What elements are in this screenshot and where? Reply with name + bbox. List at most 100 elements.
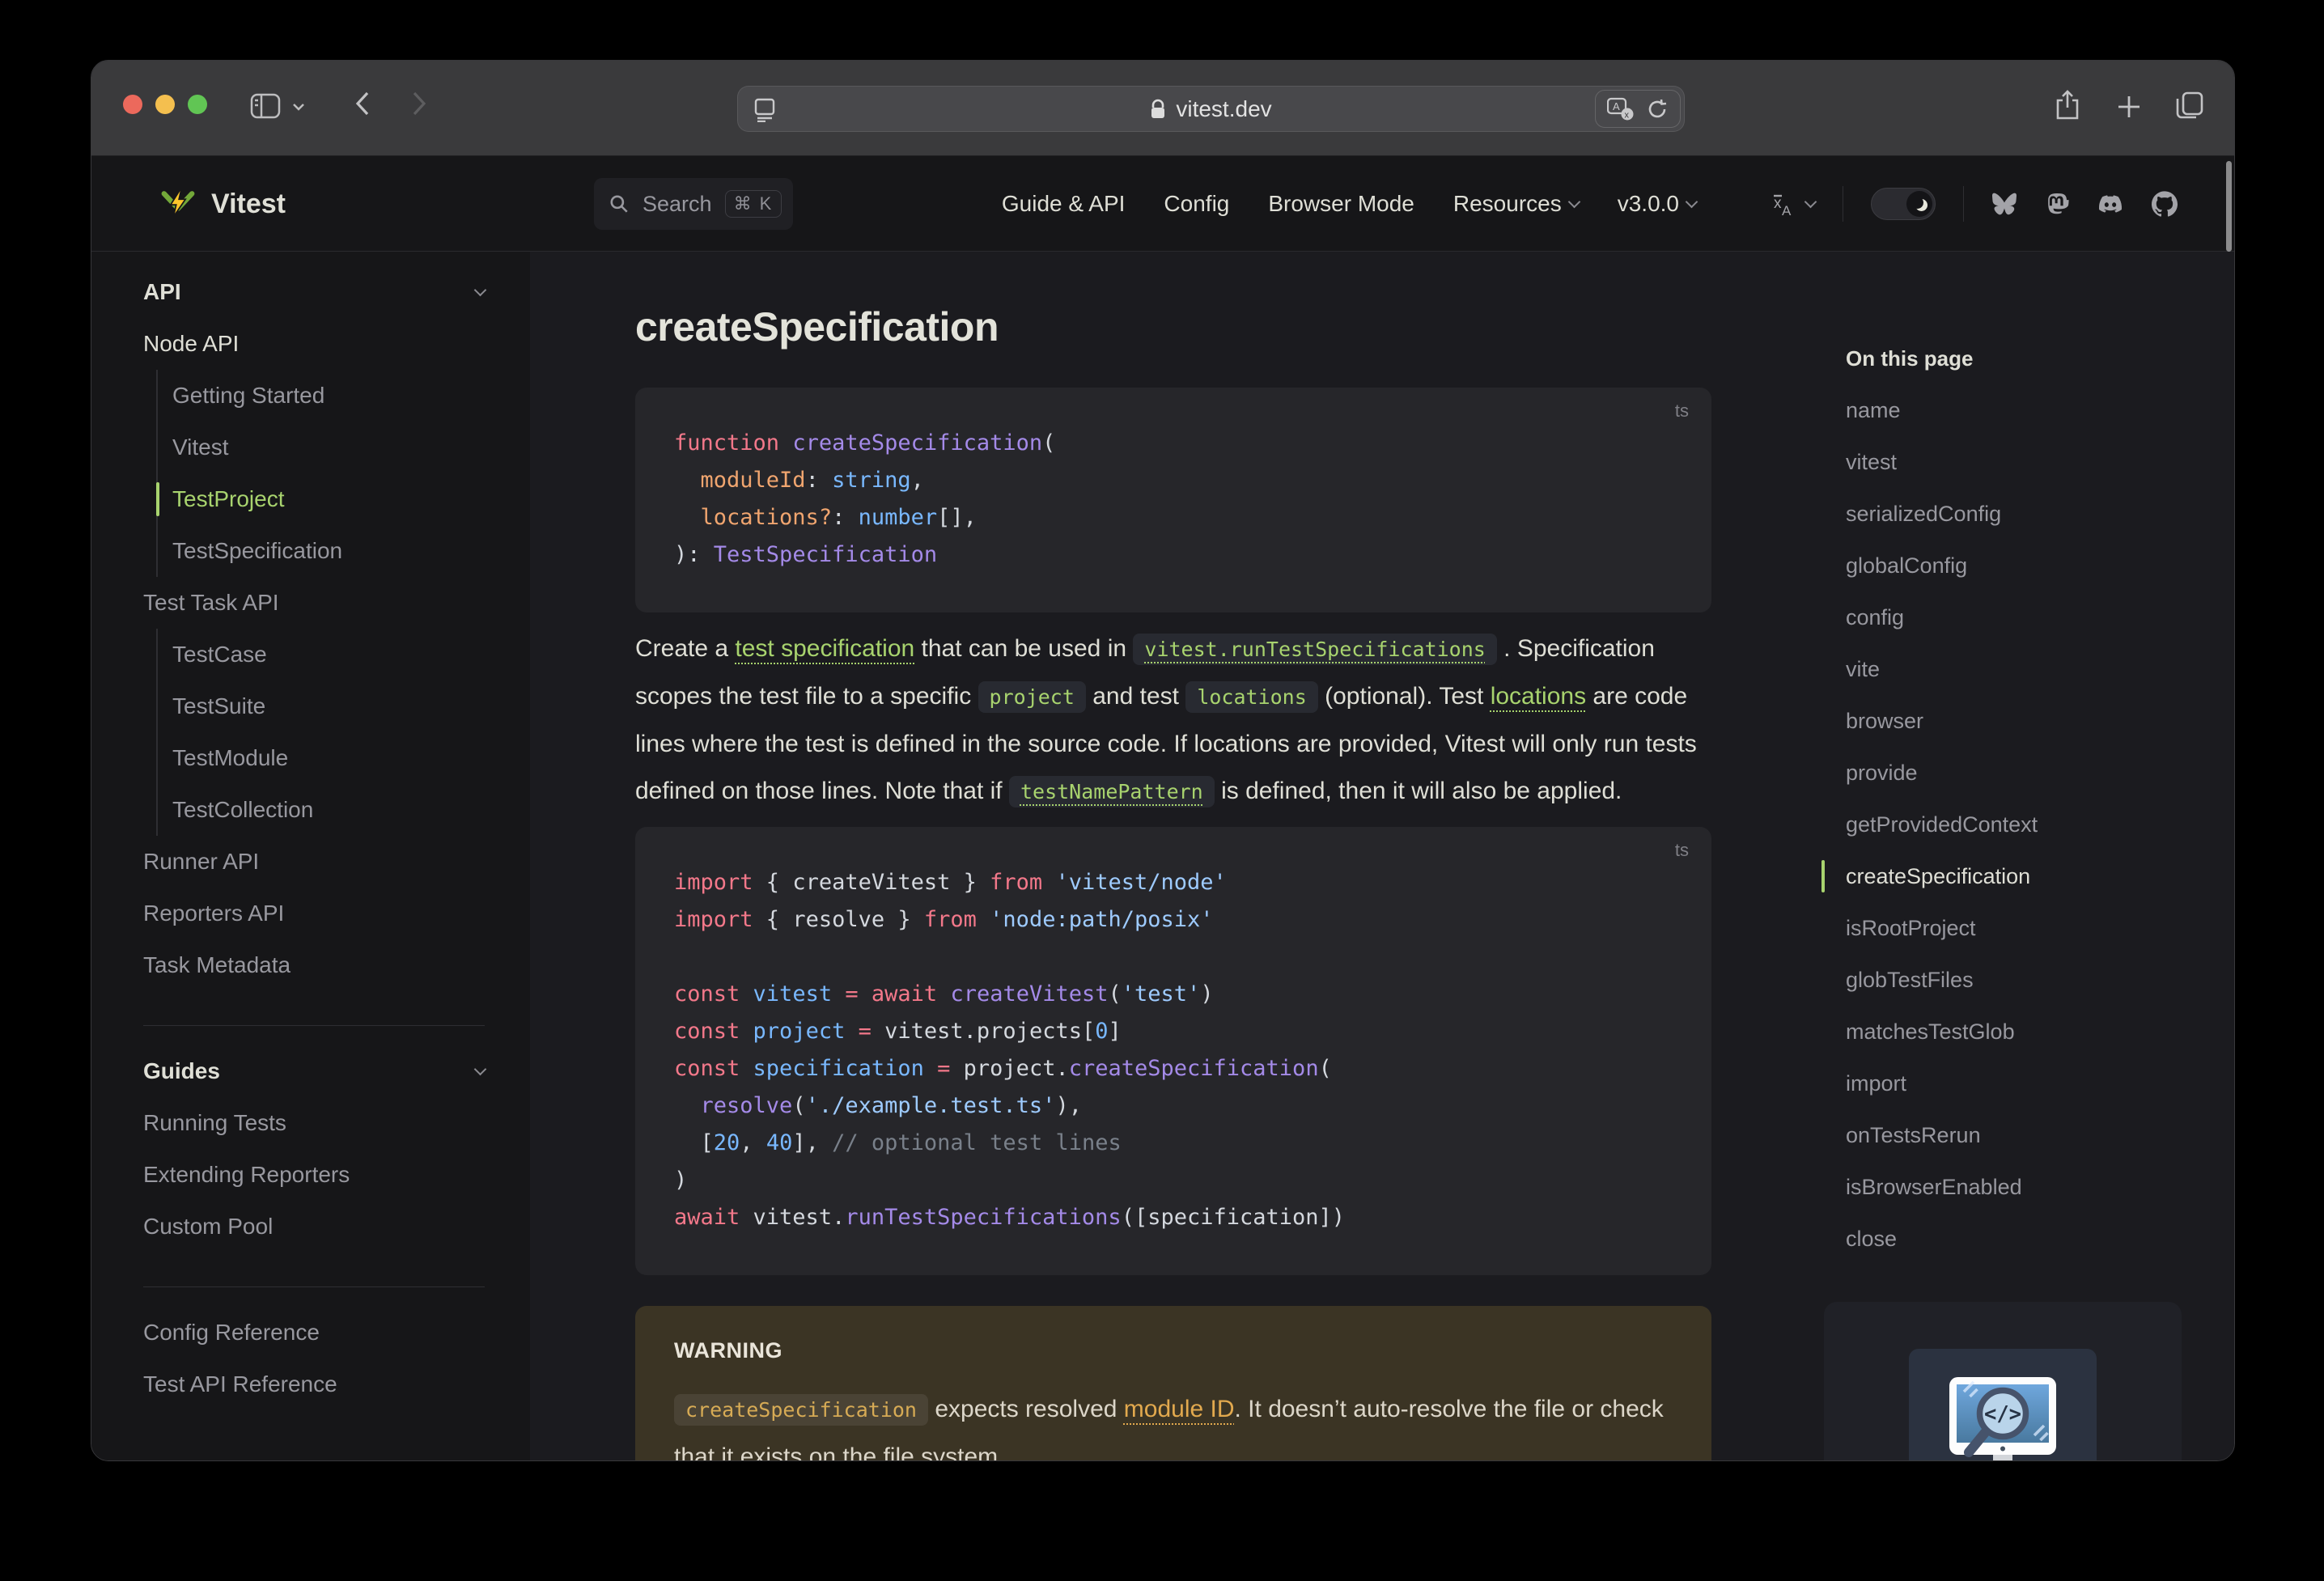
signature-code-block: ts function createSpecification( moduleI… [635, 388, 1711, 612]
outline-item-isbrowserenabled[interactable]: isBrowserEnabled [1846, 1161, 2218, 1213]
sidebar-item-reporters-api[interactable]: Reporters API [143, 888, 485, 939]
inline-code-link[interactable]: vitest.runTestSpecifications [1133, 634, 1497, 665]
sidebar-section-api[interactable]: API [143, 266, 487, 318]
divider [1963, 186, 1964, 222]
sidebar-item-testproject[interactable]: TestProject [156, 473, 485, 525]
sidebar-item-test-task-api[interactable]: Test Task API [143, 577, 485, 629]
share-icon[interactable] [2055, 90, 2080, 121]
code-token: from [923, 907, 977, 932]
sidebar-toggle-icon[interactable] [250, 93, 281, 119]
code-line: const specification = project.createSpec… [674, 1050, 1673, 1087]
sidebar-item-testcase[interactable]: TestCase [172, 629, 485, 680]
discord-icon[interactable] [2097, 193, 2124, 215]
zoom-window-button[interactable] [188, 95, 207, 114]
outline-item-close[interactable]: close [1846, 1213, 2218, 1265]
language-menu[interactable]: xA [1769, 190, 1817, 218]
code-line: const project = vitest.projects[0] [674, 1013, 1673, 1050]
browser-toolbar: vitest.dev Ax [91, 61, 2234, 156]
sidebar-item-extending-reporters[interactable]: Extending Reporters [143, 1149, 485, 1201]
vitest-logo[interactable]: Vitest [159, 156, 286, 252]
top-nav: Vitest Search ⌘ K Guide & API Config Brows… [91, 156, 2234, 252]
url-field[interactable]: vitest.dev Ax [737, 86, 1685, 132]
search-shortcut: ⌘ K [724, 190, 782, 218]
outline-item-browser[interactable]: browser [1846, 695, 2218, 747]
nav-link-config[interactable]: Config [1164, 191, 1229, 217]
code-token: ( [1108, 981, 1122, 1007]
code-token: const [674, 1019, 740, 1044]
outline-item-globtestfiles[interactable]: globTestFiles [1846, 954, 2218, 1006]
outline-item-config[interactable]: config [1846, 591, 2218, 643]
outline-item-vite[interactable]: vite [1846, 643, 2218, 695]
outline-item-provide[interactable]: provide [1846, 747, 2218, 799]
search-button[interactable]: Search ⌘ K [594, 178, 794, 230]
sidebar-group: TestCase TestSuite TestModule TestCollectio… [156, 629, 485, 836]
outline-item-globalconfig[interactable]: globalConfig [1846, 540, 2218, 591]
code-token: [ [674, 1130, 714, 1155]
back-button[interactable] [355, 91, 370, 116]
nav-link-v3-0-0[interactable]: v3.0.0 [1618, 191, 1698, 217]
outline-item-ontestsrerun[interactable]: onTestsRerun [1846, 1109, 2218, 1161]
warning-body: createSpecification expects resolved mod… [674, 1386, 1673, 1460]
sidebar-item-test-api-reference[interactable]: Test API Reference [143, 1358, 485, 1410]
new-tab-icon[interactable] [2117, 95, 2141, 119]
sidebar-item-testcollection[interactable]: TestCollection [172, 784, 485, 836]
code-token: vitest.projects[ [871, 1019, 1096, 1044]
mastodon-icon[interactable] [2045, 191, 2069, 217]
page-tools-capsule: Ax [1595, 90, 1681, 128]
sponsor-card[interactable]: </> [1824, 1302, 2182, 1460]
inline-link[interactable]: module ID [1124, 1396, 1235, 1422]
logo-label: Vitest [211, 188, 286, 219]
sidebar-item-vitest[interactable]: Vitest [172, 422, 485, 473]
close-window-button[interactable] [123, 95, 142, 114]
outline-item-name[interactable]: name [1846, 384, 2218, 436]
outline-item-isrootproject[interactable]: isRootProject [1846, 902, 2218, 954]
sidebar-section-guides[interactable]: Guides [143, 1045, 487, 1097]
svg-text:x: x [1774, 195, 1782, 212]
inline-link[interactable]: locations [1491, 683, 1586, 710]
code-line: const vitest = await createVitest('test'… [674, 976, 1673, 1013]
sidebar-item-task-metadata[interactable]: Task Metadata [143, 939, 485, 991]
reload-icon[interactable] [1646, 98, 1669, 121]
sidebar-divider [143, 1025, 485, 1026]
chevron-down-icon[interactable] [292, 103, 305, 111]
github-icon[interactable] [2152, 191, 2178, 217]
paragraph-text: Create a [635, 635, 736, 662]
sidebar-item-runner-api[interactable]: Runner API [143, 836, 485, 888]
page-scrollbar[interactable] [2226, 161, 2232, 252]
inline-code-link[interactable]: testNamePattern [1008, 776, 1215, 807]
inline-code: project [978, 681, 1086, 713]
sidebar-item-getting-started[interactable]: Getting Started [172, 370, 485, 422]
sidebar-item-config-reference[interactable]: Config Reference [143, 1307, 485, 1358]
nav-link-resources[interactable]: Resources [1453, 191, 1580, 217]
outline-item-createspecification[interactable]: createSpecification [1821, 850, 2218, 902]
sidebar-item-custom-pool[interactable]: Custom Pool [143, 1201, 485, 1253]
sidebar-item-testspecification[interactable]: TestSpecification [172, 525, 485, 577]
sidebar-item-running-tests[interactable]: Running Tests [143, 1097, 485, 1149]
code-token: specification [753, 1056, 924, 1081]
sidebar-item-node-api[interactable]: Node API [143, 318, 485, 370]
tab-overview-icon[interactable] [2176, 91, 2203, 119]
outline-item-vitest[interactable]: vitest [1846, 436, 2218, 488]
forward-button[interactable] [412, 91, 426, 116]
outline-item-getprovidedcontext[interactable]: getProvidedContext [1846, 799, 2218, 850]
translate-icon[interactable]: Ax [1607, 97, 1635, 121]
code-token: TestSpecification [713, 542, 938, 567]
nav-link-guide-api[interactable]: Guide & API [1002, 191, 1126, 217]
nav-link-browser-mode[interactable]: Browser Mode [1268, 191, 1414, 217]
outline-item-serializedconfig[interactable]: serializedConfig [1846, 488, 2218, 540]
sidebar-item-testmodule[interactable]: TestModule [172, 732, 485, 784]
inline-link[interactable]: test specification [735, 635, 914, 662]
sidebar-item-testsuite[interactable]: TestSuite [172, 680, 485, 732]
theme-toggle[interactable] [1871, 188, 1936, 220]
minimize-window-button[interactable] [155, 95, 175, 114]
outline-item-matchestestglob[interactable]: matchesTestGlob [1846, 1006, 2218, 1058]
outline-item-import[interactable]: import [1846, 1058, 2218, 1109]
code-lang-badge: ts [1674, 401, 1689, 421]
bluesky-icon[interactable] [1991, 192, 2017, 216]
doc-content: createSpecification ts function createSp… [530, 252, 2234, 1460]
